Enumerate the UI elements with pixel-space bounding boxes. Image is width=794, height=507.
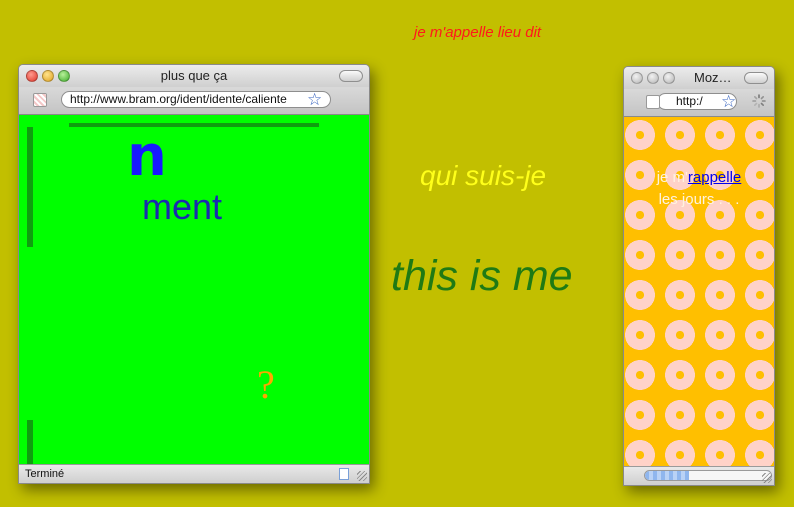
page-icon [646, 95, 660, 109]
text-before-link: je m' [656, 169, 688, 186]
favicon-icon [33, 93, 47, 107]
bookmark-star-icon[interactable]: ☆ [307, 90, 322, 110]
title-bar[interactable]: Moz… [624, 67, 774, 89]
loading-spinner-icon [752, 94, 766, 108]
status-bar [624, 466, 774, 485]
navigation-toolbar: http:/ ☆ [624, 89, 774, 117]
resize-grip-icon[interactable] [357, 471, 367, 481]
page-info-icon [339, 468, 349, 480]
glyph-n: n [127, 124, 167, 189]
text-line-2: les jours . . . [658, 191, 740, 208]
decorative-bar-left [27, 127, 33, 247]
decorative-bar-top [69, 123, 319, 127]
page-text: je m'rappelle les jours . . . [624, 167, 774, 211]
desktop-caption-qui: qui suis-je [420, 160, 547, 191]
navigation-toolbar: http://www.bram.org/ident/idente/calient… [19, 87, 369, 115]
question-mark-link[interactable]: ? [257, 361, 275, 408]
zoom-icon[interactable] [663, 72, 675, 84]
toolbar-toggle-button[interactable] [339, 70, 363, 82]
desktop-caption-top: je m'appelle lieu dit [414, 24, 542, 41]
decorative-bar-left-bottom [27, 420, 33, 465]
url-field[interactable]: http://www.bram.org/ident/idente/calient… [61, 91, 331, 108]
window-title: plus que ça [160, 68, 228, 83]
browser-window-right: Moz… http:/ ☆ je m'rappelle les jours . … [623, 66, 775, 486]
title-bar[interactable]: plus que ça [19, 65, 369, 87]
toolbar-toggle-button[interactable] [744, 72, 768, 84]
page-content: je m'rappelle les jours . . . [624, 117, 774, 467]
close-icon[interactable] [631, 72, 643, 84]
bookmark-star-icon[interactable]: ☆ [721, 92, 736, 112]
browser-window-left: plus que ça http://www.bram.org/ident/id… [18, 64, 370, 484]
word-ment: ment [142, 186, 223, 227]
minimize-icon[interactable] [647, 72, 659, 84]
progress-fill [645, 471, 690, 480]
window-controls [631, 71, 679, 89]
loading-progress-bar [644, 470, 772, 481]
page-content: n ment ? [19, 115, 369, 465]
resize-grip-icon[interactable] [762, 473, 772, 483]
rappelle-link[interactable]: rappelle [688, 169, 741, 186]
status-bar: Terminé [19, 464, 369, 483]
window-title: Moz… [694, 70, 732, 85]
status-text: Terminé [25, 468, 65, 480]
desktop-caption-this: this is me [391, 252, 573, 300]
